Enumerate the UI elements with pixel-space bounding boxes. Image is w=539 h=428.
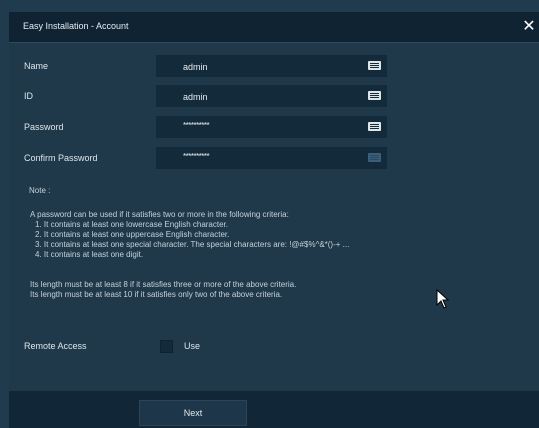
keyboard-icon[interactable] — [368, 61, 381, 70]
note-heading: Note : — [29, 186, 51, 195]
confirm-password-field[interactable]: ********** — [156, 147, 387, 169]
mouse-cursor-icon — [436, 289, 450, 309]
criteria-item: 3. It contains at least one special char… — [35, 240, 350, 249]
id-label: ID — [24, 91, 33, 101]
note-criteria: A password can be used if it satisfies t… — [30, 210, 349, 260]
close-icon[interactable]: ✕ — [519, 18, 539, 36]
remote-access-label: Remote Access — [24, 341, 87, 351]
id-field[interactable]: admin — [156, 85, 387, 107]
use-checkbox[interactable] — [160, 340, 173, 353]
keyboard-icon[interactable] — [368, 122, 381, 131]
dialog-footer: Next — [9, 391, 539, 428]
name-label: Name — [24, 61, 49, 71]
criteria-item: 2. It contains at least one uppercase En… — [35, 230, 230, 239]
next-button[interactable]: Next — [139, 400, 247, 426]
length-rule: Its length must be at least 10 if it sat… — [30, 290, 283, 299]
name-value: admin — [183, 62, 208, 72]
confirm-password-label: Confirm Password — [24, 153, 98, 163]
keyboard-icon[interactable] — [368, 153, 381, 162]
criteria-item: 1. It contains at least one lowercase En… — [35, 220, 228, 229]
name-field[interactable]: admin — [156, 55, 387, 77]
note-length-rules: Its length must be at least 8 if it sati… — [30, 280, 296, 300]
note-intro: A password can be used if it satisfies t… — [30, 210, 289, 219]
confirm-password-value: ********** — [183, 152, 210, 161]
keyboard-icon[interactable] — [368, 91, 381, 100]
length-rule: Its length must be at least 8 if it sati… — [30, 280, 297, 289]
form-panel: Name admin ID admin Password ********** … — [9, 43, 539, 391]
password-label: Password — [24, 122, 64, 132]
dialog-title: Easy Installation - Account — [23, 21, 129, 31]
password-field[interactable]: ********** — [156, 116, 387, 138]
title-bar: Easy Installation - Account ✕ — [9, 12, 539, 43]
id-value: admin — [183, 92, 208, 102]
use-checkbox-label[interactable]: Use — [184, 341, 200, 351]
account-dialog: Easy Installation - Account ✕ Name admin… — [0, 0, 539, 428]
criteria-item: 4. It contains at least one digit. — [35, 250, 144, 259]
password-value: ********** — [183, 121, 210, 130]
